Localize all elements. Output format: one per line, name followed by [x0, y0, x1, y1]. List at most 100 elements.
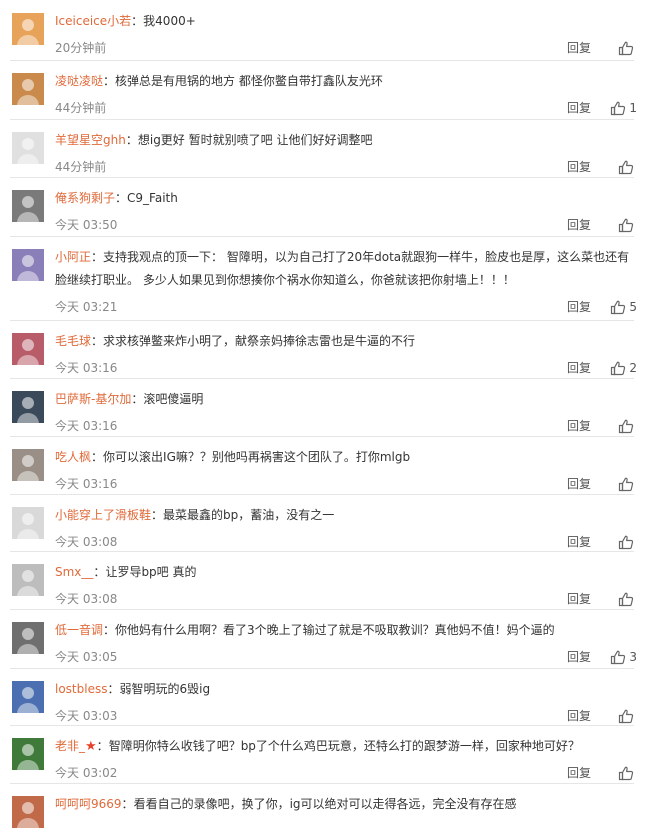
like-button[interactable] — [618, 533, 637, 551]
comment-line: Smx__：让罗导bp吧 真的 — [55, 561, 637, 584]
reply-button[interactable]: 回复 — [567, 415, 591, 437]
like-button[interactable] — [618, 475, 637, 493]
reply-button[interactable]: 回复 — [567, 214, 591, 236]
comment-time: 今天 03:05 — [55, 650, 118, 664]
comment-username[interactable]: 吃人枫 — [55, 450, 91, 464]
like-button[interactable] — [618, 158, 637, 176]
comment-body: 小能穿上了滑板鞋：最菜最鑫的bp，蓄油，没有之一今天 03:08 回复 — [55, 504, 637, 553]
comment-username[interactable]: 小能穿上了滑板鞋 — [55, 508, 151, 522]
comment-line: 小阿正：支持我观点的顶一下： 智障明，以为自己打了20年dota就跟狗一样牛，脸… — [55, 246, 637, 292]
avatar[interactable] — [12, 391, 44, 423]
comment-username[interactable]: 毛毛球 — [55, 334, 91, 348]
comment-text: 你可以滚出IG嘛？？别他吗再祸害这个团队了。打你mlgb — [103, 450, 411, 464]
avatar[interactable] — [12, 796, 44, 828]
thumbs-up-icon — [618, 476, 634, 492]
comment-line: 毛毛球：求求核弹鳖来炸小明了，献祭亲妈捧徐志雷也是牛逼的不行 — [55, 330, 637, 353]
comment-username[interactable]: 低一音调 — [55, 623, 103, 637]
like-button[interactable] — [618, 417, 637, 435]
comment-separator: ： — [96, 739, 109, 753]
comment-text: 核弹总是有甩锅的地方 都怪你鳖自带打鑫队友光环 — [115, 74, 383, 88]
reply-button[interactable]: 回复 — [567, 705, 591, 727]
comment-meta: 44分钟前 回复 1 — [55, 97, 637, 119]
comment-time: 今天 03:16 — [55, 361, 118, 375]
comment-line: 低一音调：你他妈有什么用啊？看了3个晚上了输过了就是不吸取教训？真他妈不值！妈个… — [55, 619, 637, 642]
thumbs-up-icon — [618, 534, 634, 550]
comment-username[interactable]: 巴萨斯-基尔加 — [55, 392, 131, 406]
comment-body: 毛毛球：求求核弹鳖来炸小明了，献祭亲妈捧徐志雷也是牛逼的不行今天 03:16 回复… — [55, 330, 637, 379]
comment-line: 凌哒凌哒：核弹总是有甩锅的地方 都怪你鳖自带打鑫队友光环 — [55, 70, 637, 93]
reply-button[interactable]: 回复 — [567, 646, 591, 668]
thumbs-up-icon — [618, 159, 634, 175]
comment-separator: ： — [131, 392, 144, 406]
like-button[interactable] — [618, 216, 637, 234]
avatar[interactable] — [12, 564, 44, 596]
avatar[interactable] — [12, 190, 44, 222]
comment-text: 弱智明玩的6毁ig — [119, 682, 211, 696]
reply-button[interactable]: 回复 — [567, 762, 591, 784]
like-button[interactable]: 5 — [610, 298, 637, 316]
avatar[interactable] — [12, 622, 44, 654]
like-button[interactable] — [618, 590, 637, 608]
comment-line: Iceiceice小若：我4000+ — [55, 10, 637, 33]
comment-username[interactable]: 老非_ — [55, 739, 85, 753]
comment-username[interactable]: lostbless — [55, 682, 107, 696]
like-button[interactable]: 3 — [610, 648, 637, 666]
like-button[interactable]: 2 — [610, 359, 637, 377]
reply-button[interactable]: 回复 — [567, 37, 591, 59]
like-button[interactable] — [618, 764, 637, 782]
comment-meta: 今天 03:08 回复 — [55, 531, 637, 553]
avatar[interactable] — [12, 449, 44, 481]
like-count: 5 — [629, 300, 637, 314]
comment-meta: 今天 03:03 回复 — [55, 705, 637, 727]
avatar[interactable] — [12, 73, 44, 105]
comment-line: 羊望星空ghh：想ig更好 暂时就别喷了吧 让他们好好调整吧 — [55, 129, 637, 152]
comment-username[interactable]: 俺系狗剩子 — [55, 191, 115, 205]
comment-meta: 今天 03:05 回复 3 — [55, 646, 637, 668]
like-button[interactable] — [618, 39, 637, 57]
comment-meta: 今天 03:50 回复 — [55, 214, 637, 236]
comment-time: 今天 03:08 — [55, 535, 118, 549]
reply-button[interactable]: 回复 — [567, 473, 591, 495]
reply-button[interactable]: 回复 — [567, 156, 591, 178]
thumbs-up-icon — [610, 360, 626, 376]
comment-separator: ： — [151, 508, 164, 522]
reply-button[interactable]: 回复 — [567, 97, 591, 119]
reply-button[interactable]: 回复 — [567, 296, 591, 318]
comment-body: 凌哒凌哒：核弹总是有甩锅的地方 都怪你鳖自带打鑫队友光环 44分钟前 回复 1 — [55, 70, 637, 119]
comment-time: 44分钟前 — [55, 160, 107, 174]
comment-username[interactable]: 小阿正 — [55, 250, 91, 264]
like-button[interactable] — [618, 707, 637, 725]
comment-username[interactable]: 凌哒凌哒 — [55, 74, 103, 88]
comment-separator: ： — [103, 74, 116, 88]
like-count: 3 — [629, 650, 637, 664]
comment-text: 支持我观点的顶一下： 智障明，以为自己打了20年dota就跟狗一样牛，脸皮也是厚… — [55, 250, 630, 287]
reply-button[interactable]: 回复 — [567, 531, 591, 553]
comment-text: 最菜最鑫的bp，蓄油，没有之一 — [163, 508, 335, 522]
comment-body: Iceiceice小若：我4000+ 20分钟前 回复 — [55, 10, 637, 59]
comment-text: 滚吧傻逼明 — [143, 392, 204, 406]
reply-button[interactable]: 回复 — [567, 588, 591, 610]
comment-username[interactable]: Smx__ — [55, 565, 93, 579]
comment-body: Smx__：让罗导bp吧 真的 今天 03:08 回复 — [55, 561, 637, 610]
comment-body: 羊望星空ghh：想ig更好 暂时就别喷了吧 让他们好好调整吧 44分钟前 回复 — [55, 129, 637, 178]
avatar[interactable] — [12, 333, 44, 365]
avatar[interactable] — [12, 681, 44, 713]
comment-text: C9_Faith — [127, 191, 178, 205]
avatar[interactable] — [12, 738, 44, 770]
avatar[interactable] — [12, 132, 44, 164]
avatar[interactable] — [12, 507, 44, 539]
comment-text: 看看自己的录像吧，换了你，ig可以绝对可以走得各远，完全没有存在感 — [133, 797, 517, 811]
avatar[interactable] — [12, 13, 44, 45]
comment-line: 吃人枫：你可以滚出IG嘛？？别他吗再祸害这个团队了。打你mlgb — [55, 446, 637, 469]
comment-list: Iceiceice小若：我4000+ 20分钟前 回复 凌哒凌哒：核弹总是有甩锅的地方… — [0, 0, 650, 828]
comment-line: 俺系狗剩子：C9_Faith — [55, 187, 637, 210]
like-button[interactable]: 1 — [610, 99, 637, 117]
comment-username[interactable]: 羊望星空ghh — [55, 133, 126, 147]
avatar[interactable] — [12, 249, 44, 281]
comment-body: 俺系狗剩子：C9_Faith 今天 03:50 回复 — [55, 187, 637, 236]
thumbs-up-icon — [618, 418, 634, 434]
comment-username[interactable]: Iceiceice小若 — [55, 14, 131, 28]
reply-button[interactable]: 回复 — [567, 357, 591, 379]
comment-username[interactable]: 呵呵呵9669 — [55, 797, 122, 811]
comment-body: 老非_★：智障明你特么收钱了吧？bp了个什么鸡巴玩意，还特么打的跟梦游一样，回家… — [55, 735, 637, 784]
